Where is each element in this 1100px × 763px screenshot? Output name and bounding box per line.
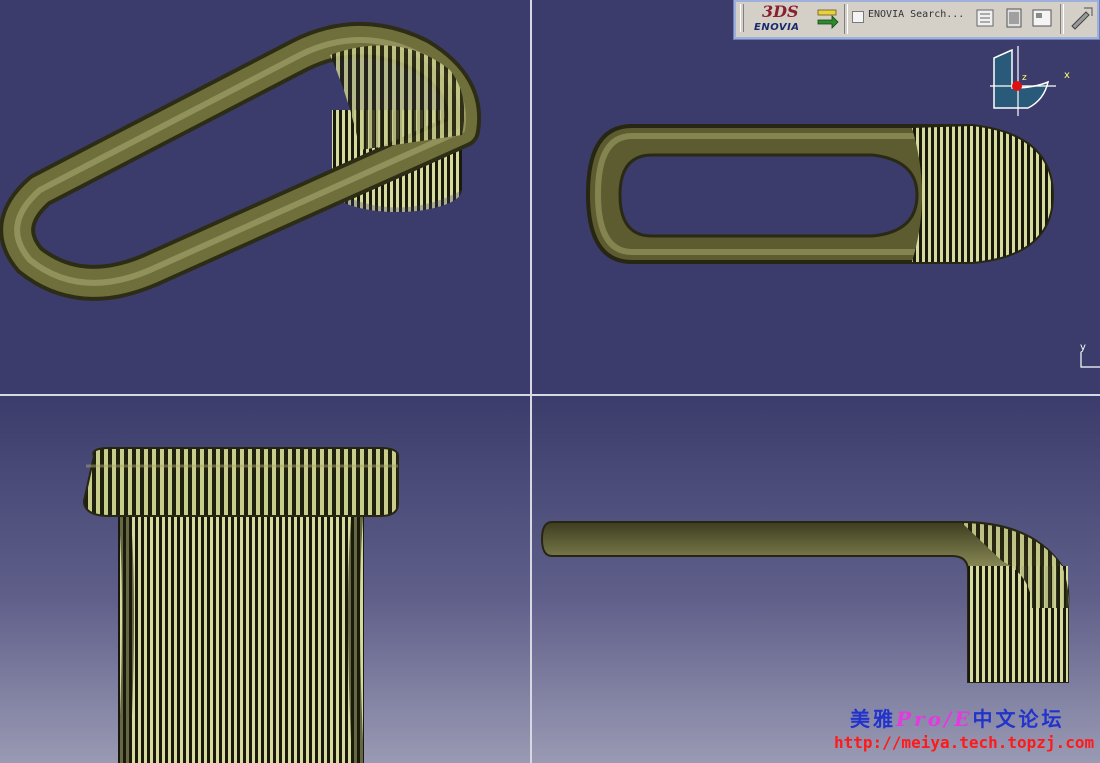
enovia-search-button[interactable]: ENOVIA Search...: [850, 7, 970, 29]
compass-x-label: x: [1064, 70, 1070, 81]
compass-z-label: z: [1022, 73, 1027, 83]
head-flange: [82, 447, 400, 517]
watermark-title: 美雅Pro/E中文论坛: [850, 703, 1064, 732]
search-label: ENOVIA Search...: [868, 9, 965, 20]
shaft-body: [118, 506, 364, 763]
enovia-logo-text: ENOVIA: [754, 22, 800, 33]
watermark-post: 中文论坛: [972, 707, 1065, 731]
search-checkbox-icon[interactable]: [852, 11, 864, 23]
properties-icon[interactable]: [972, 4, 1000, 32]
viewport-isometric[interactable]: [0, 0, 530, 394]
send-to-icon[interactable]: [814, 4, 842, 32]
axis-indicator: y: [1072, 340, 1100, 370]
watermark-proe: Pro/E: [896, 707, 973, 731]
viewport-splitter-horizontal[interactable]: [0, 394, 1100, 396]
toolbar-separator: [1060, 4, 1064, 34]
axis-y-label: y: [1080, 342, 1086, 353]
watermark-url: http://meiya.tech.topzj.com: [834, 733, 1095, 752]
viewport-splitter-vertical[interactable]: [530, 0, 532, 763]
compass[interactable]: z x: [988, 44, 1080, 124]
enovia-toolbar: 3DS ENOVIA ENOVIA Search...: [733, 0, 1100, 40]
wand-icon[interactable]: [1066, 4, 1094, 32]
viewport-front[interactable]: [0, 396, 530, 763]
ds-logo-text: 3DS: [762, 2, 799, 21]
toolbar-grip[interactable]: [740, 4, 744, 32]
watermark-pre: 美雅: [850, 707, 896, 731]
toolbar-separator: [844, 4, 848, 34]
document-icon[interactable]: [1000, 4, 1028, 32]
frame-icon[interactable]: [1028, 4, 1056, 32]
enovia-logo-icon[interactable]: 3DS ENOVIA: [748, 2, 808, 36]
front-view-model: [82, 447, 400, 763]
isometric-model: [0, 22, 482, 301]
